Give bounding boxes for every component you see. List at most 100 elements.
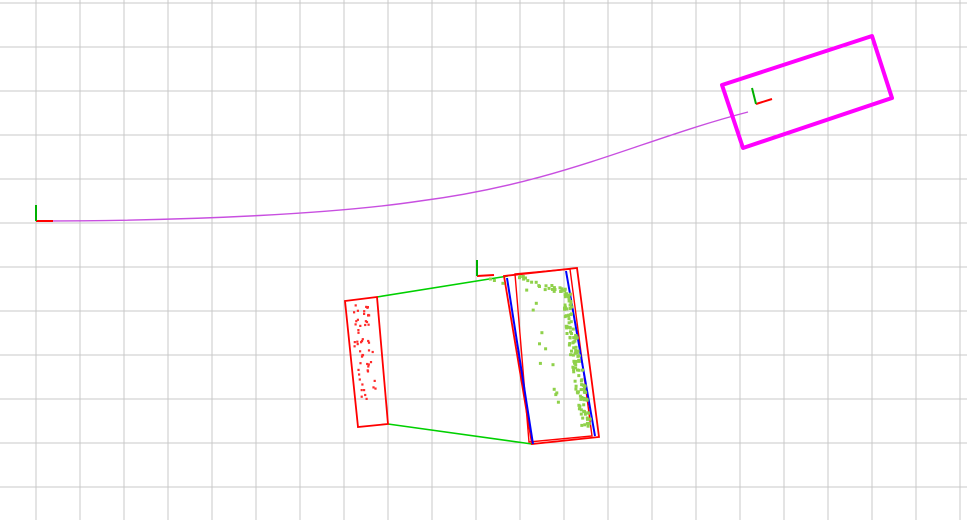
lidar-point — [563, 303, 567, 307]
lidar-point — [576, 390, 580, 394]
lidar-point — [570, 349, 573, 353]
lidar-point — [353, 341, 356, 344]
lidar-point — [359, 362, 362, 365]
lidar-point — [574, 345, 578, 349]
lidar-point — [356, 343, 359, 346]
lidar-point — [563, 295, 567, 299]
lidar-point — [579, 412, 583, 416]
lidar-point — [356, 340, 359, 343]
lidar-point — [581, 416, 585, 420]
lidar-point — [537, 284, 541, 288]
lidar-point — [358, 378, 361, 381]
lidar-point — [357, 329, 360, 332]
link-line-top — [376, 275, 509, 298]
lidar-point — [580, 423, 584, 427]
lidar-point — [573, 379, 577, 383]
lidar-point — [518, 275, 522, 278]
lidar-point — [586, 417, 589, 421]
lidar-point — [366, 369, 369, 372]
lidar-point — [567, 325, 571, 329]
lidar-point — [367, 341, 371, 344]
link-line-bottom — [387, 423, 533, 445]
goal-pose-box[interactable] — [720, 34, 894, 150]
lidar-point — [361, 354, 365, 357]
lidar-point — [544, 347, 548, 351]
lidar-frame-axes-icon — [476, 260, 495, 277]
lidar-point — [569, 330, 572, 334]
lidar-point — [534, 301, 538, 305]
lidar-point — [577, 354, 581, 358]
lidar-point — [359, 350, 362, 353]
lidar-point — [575, 351, 579, 355]
lidar-point — [492, 279, 496, 282]
lidar-point — [357, 331, 360, 334]
lidar-point — [488, 277, 492, 281]
lidar-point — [521, 275, 525, 278]
lidar-point — [531, 308, 535, 312]
lidar-point — [565, 332, 569, 335]
lidar-point — [559, 290, 563, 293]
lidar-point — [573, 361, 576, 365]
lidar-point — [587, 411, 590, 415]
lidar-point — [571, 327, 575, 331]
lidar-point — [551, 363, 555, 367]
3d-viewport[interactable] — [0, 0, 967, 520]
goal-frame-axes-icon — [751, 87, 773, 105]
lidar-point — [577, 368, 581, 372]
scene-canvas[interactable] — [0, 0, 967, 520]
lidar-point — [571, 365, 575, 369]
lidar-point — [554, 393, 558, 397]
lidar-point — [588, 417, 592, 421]
lidar-point — [568, 335, 572, 339]
ground-grid — [0, 0, 967, 520]
lidar-point — [552, 286, 556, 290]
lidar-point — [526, 279, 530, 283]
lidar-point — [365, 397, 368, 400]
lidar-point — [367, 365, 370, 368]
lidar-point — [360, 395, 363, 398]
origin-frame-axes-icon — [35, 205, 53, 222]
lidar-x-axis — [476, 274, 495, 277]
lidar-point — [354, 304, 357, 307]
lidar-point — [538, 361, 542, 365]
lidar-point — [567, 293, 571, 297]
lidar-point — [583, 410, 586, 414]
lidar-point — [552, 289, 556, 293]
lidar-point — [567, 299, 571, 303]
lidar-point — [360, 341, 363, 344]
lidar-point — [569, 320, 573, 324]
lidar-point — [363, 389, 366, 392]
lidar-point — [585, 421, 589, 425]
lidar-point — [579, 379, 583, 383]
lidar-point — [530, 280, 534, 284]
lidar-point — [534, 280, 538, 284]
lidar-point — [367, 363, 370, 366]
lidar-point — [582, 390, 586, 394]
left-point-cloud — [353, 304, 377, 400]
lidar-point — [558, 286, 562, 290]
lidar-point — [543, 288, 547, 292]
lidar-point — [563, 306, 566, 310]
lidar-point — [367, 349, 371, 352]
lidar-point — [374, 387, 377, 390]
lidar-point — [540, 331, 544, 335]
lidar-point — [586, 424, 590, 428]
lidar-point — [544, 284, 548, 288]
lidar-point — [367, 313, 370, 317]
lidar-point — [566, 314, 570, 318]
lidar-point — [570, 305, 574, 309]
lidar-point — [556, 400, 560, 404]
lidar-point — [571, 341, 575, 345]
lidar-point — [574, 333, 578, 337]
goal-y-axis — [751, 87, 757, 105]
lidar-point — [582, 396, 586, 400]
lidar-point — [353, 345, 356, 348]
lidar-point — [563, 289, 567, 293]
left-obstacle-box[interactable] — [344, 295, 389, 428]
lidar-point — [577, 359, 581, 363]
lidar-point — [360, 389, 363, 392]
lidar-point — [547, 286, 551, 290]
lidar-point — [367, 323, 370, 326]
lidar-point — [364, 323, 367, 327]
lidar-point — [369, 361, 373, 364]
